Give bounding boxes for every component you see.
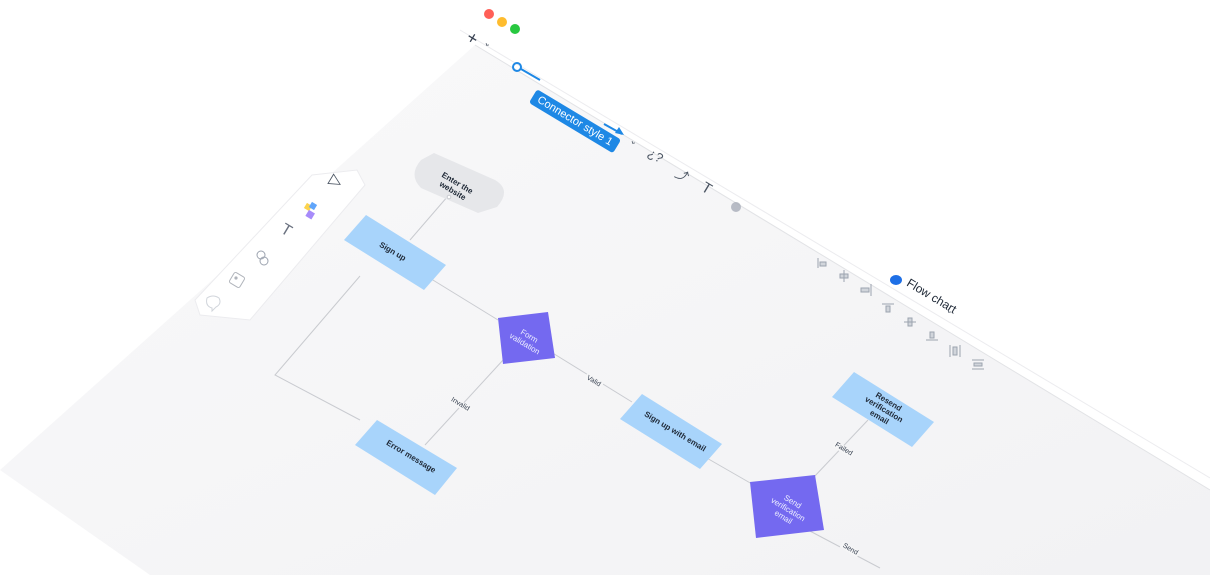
connector-signup-error[interactable] — [274, 275, 361, 421]
connector-signup-form[interactable] — [427, 276, 499, 321]
connector-enter-signup[interactable] — [409, 195, 449, 241]
flowchart — [274, 153, 934, 569]
connector-form-error[interactable] — [424, 358, 505, 446]
app-window: + ⌄ Connector style 1 ⌄ ¿? ⤴ T Flow char… — [0, 0, 1210, 575]
connector-signup-email-send[interactable] — [704, 456, 753, 485]
